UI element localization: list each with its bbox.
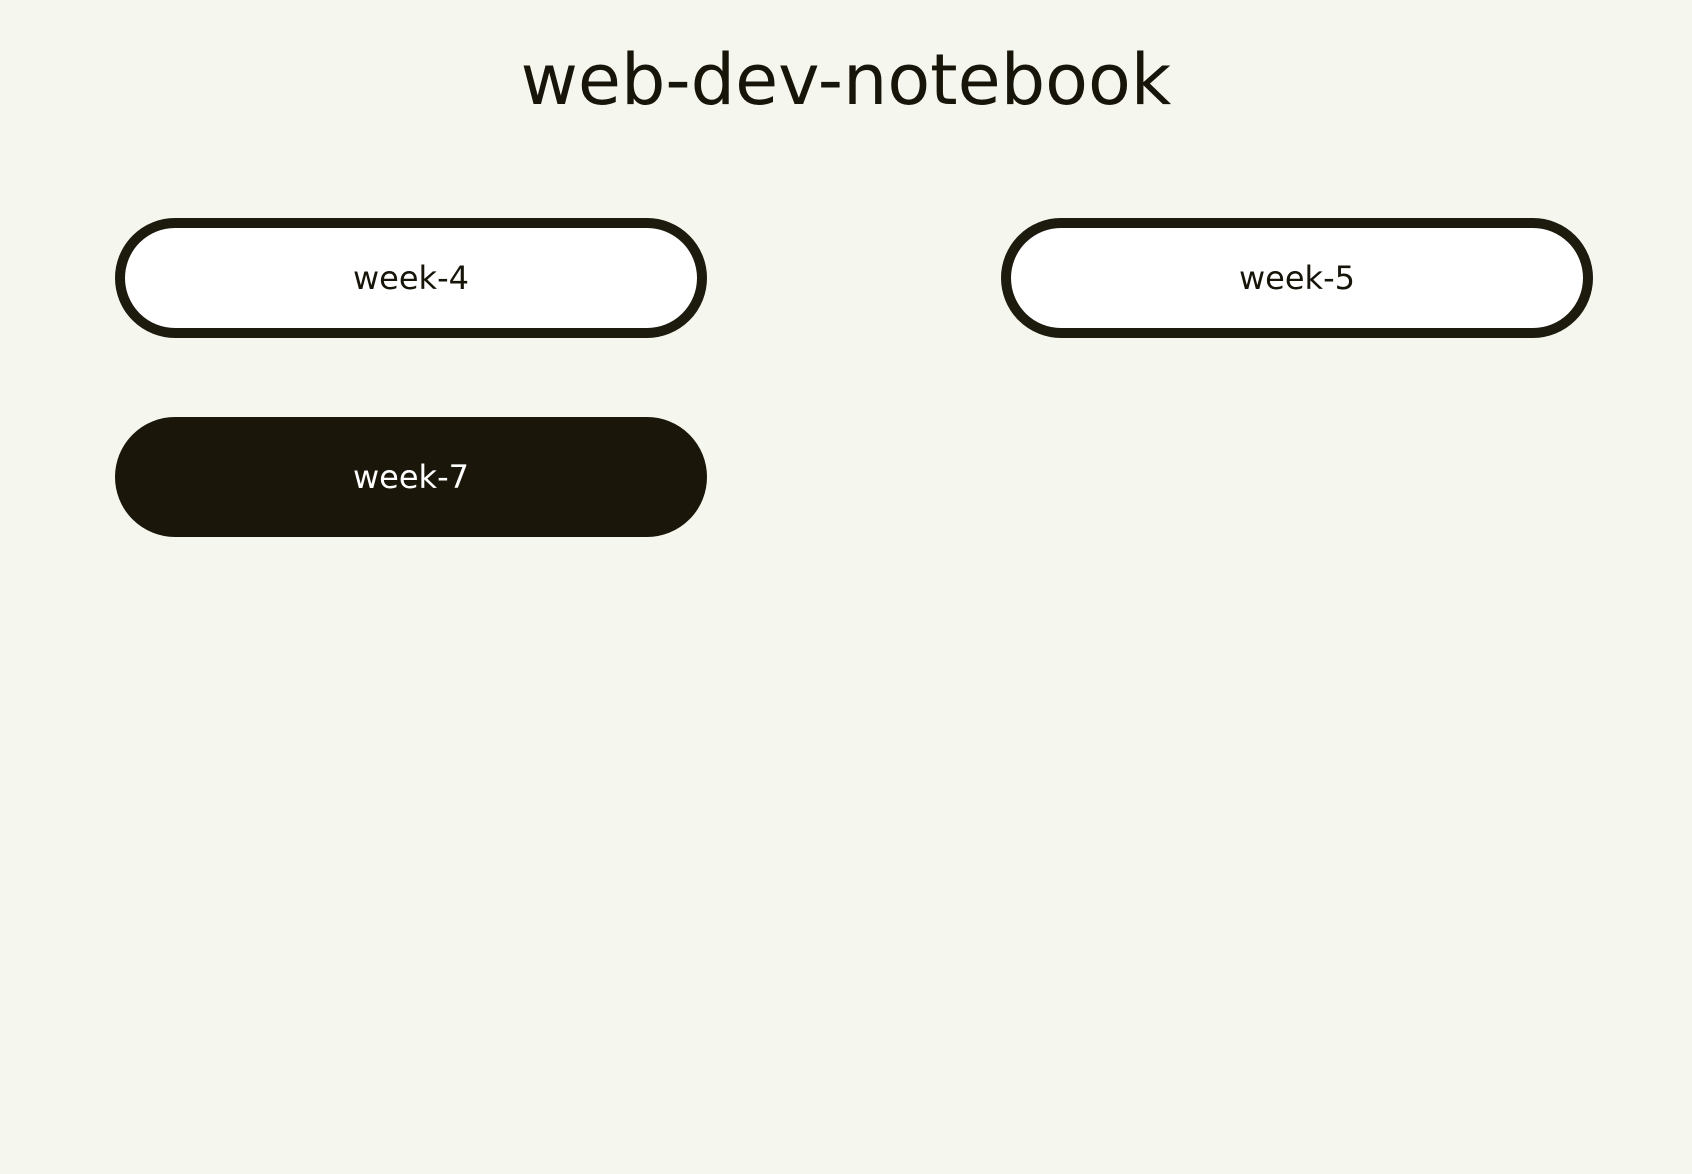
page-title: web-dev-notebook xyxy=(520,39,1172,121)
week-5-button[interactable]: week-5 xyxy=(1001,218,1593,338)
week-7-button[interactable]: week-7 xyxy=(115,417,707,537)
week-4-button[interactable]: week-4 xyxy=(115,218,707,338)
